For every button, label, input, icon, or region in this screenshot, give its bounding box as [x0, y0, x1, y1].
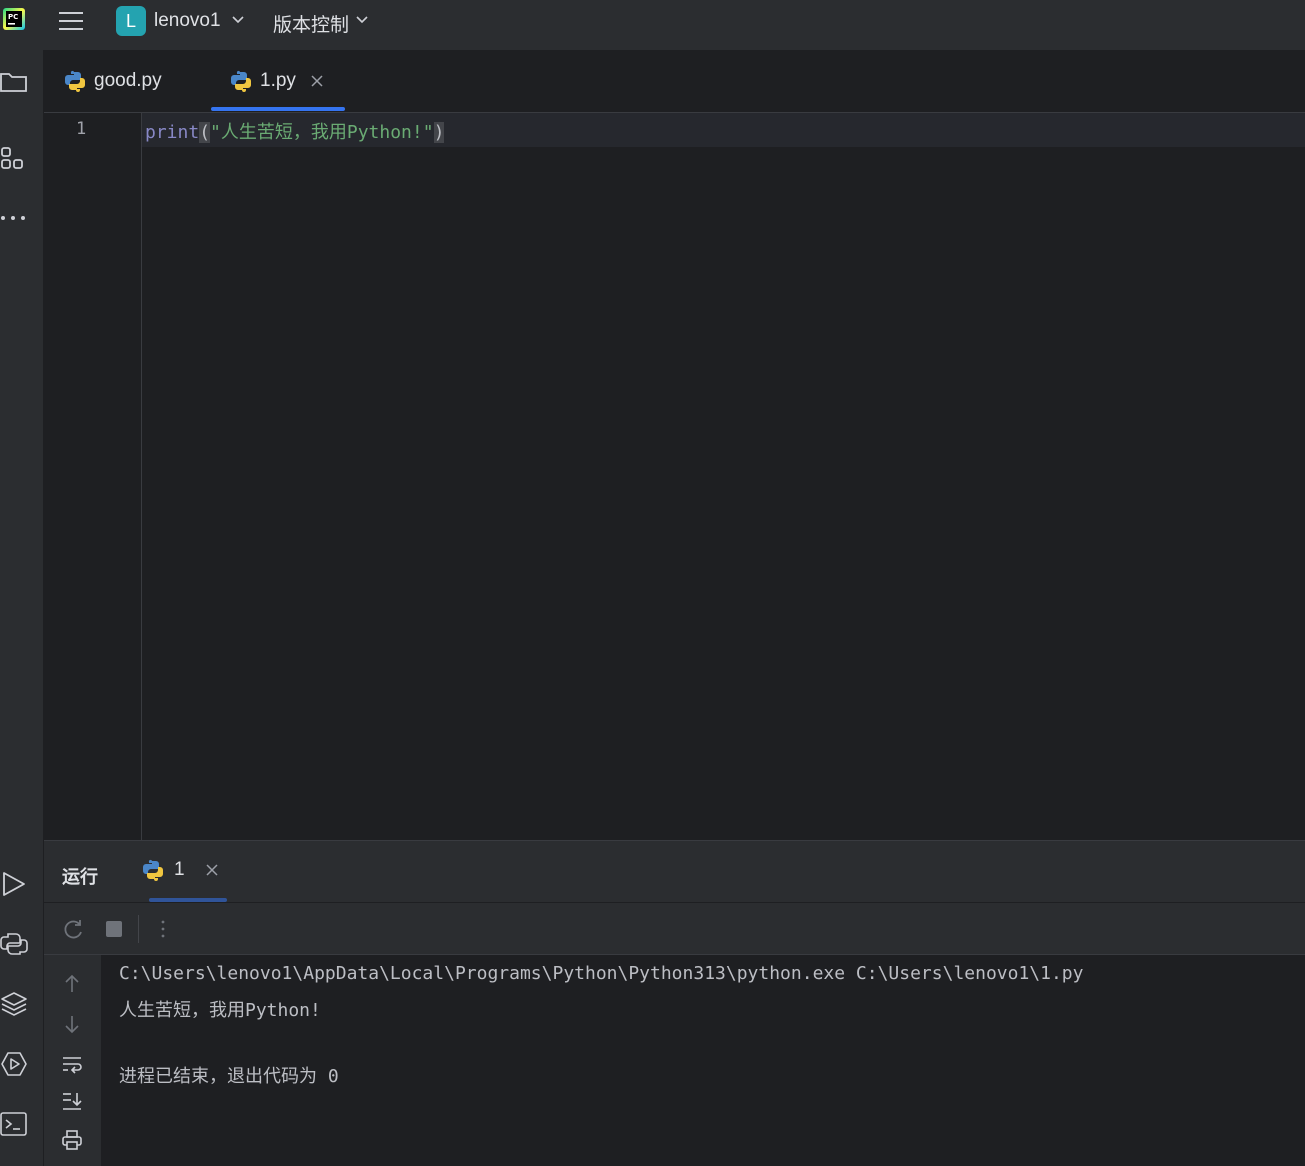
console-line: C:\Users\lenovo1\AppData\Local\Programs\…	[119, 963, 1084, 984]
svg-text:PC: PC	[8, 13, 18, 21]
line-gutter: 1	[44, 113, 141, 840]
structure-icon[interactable]	[0, 145, 28, 173]
arrow-down-icon[interactable]	[61, 1013, 83, 1035]
run-panel-header: 运行 1	[44, 841, 1305, 903]
python-file-icon	[65, 70, 85, 92]
more-icon[interactable]	[0, 204, 28, 232]
soft-wrap-icon[interactable]	[61, 1053, 83, 1075]
code-editor[interactable]: 1 print("人生苦短，我用Python!")	[44, 113, 1305, 840]
pycharm-logo-icon[interactable]: PC	[3, 8, 25, 30]
code-string: "人生苦短，我用Python!"	[210, 122, 434, 143]
toolbar-separator	[138, 915, 139, 943]
chevron-down-icon[interactable]	[232, 16, 244, 24]
tab-label: good.py	[94, 70, 162, 91]
folder-icon[interactable]	[0, 68, 28, 96]
run-icon[interactable]	[0, 870, 28, 898]
left-tool-strip	[0, 50, 44, 1166]
gutter-divider	[141, 113, 142, 840]
tab-1-py[interactable]: 1.py	[230, 50, 324, 112]
run-tab-1[interactable]: 1	[142, 859, 219, 881]
arrow-up-icon[interactable]	[61, 973, 83, 995]
rerun-icon[interactable]	[63, 918, 85, 940]
project-name[interactable]: lenovo1	[154, 10, 221, 32]
vcs-menu[interactable]: 版本控制	[273, 10, 349, 37]
console-side-toolbar	[44, 955, 101, 1166]
print-icon[interactable]	[61, 1129, 83, 1151]
run-tab-label: 1	[174, 859, 185, 880]
console-line: 人生苦短，我用Python!	[119, 1000, 321, 1021]
code-line[interactable]: print("人生苦短，我用Python!")	[145, 118, 445, 144]
active-tab-indicator	[211, 107, 345, 111]
more-vertical-icon[interactable]	[152, 918, 174, 940]
layers-icon[interactable]	[0, 990, 28, 1018]
tab-label: 1.py	[260, 70, 296, 91]
active-run-tab-indicator	[149, 898, 227, 902]
services-icon[interactable]	[0, 1050, 28, 1078]
stop-icon[interactable]	[103, 918, 125, 940]
run-toolbar	[44, 903, 1305, 955]
run-panel: 运行 1 C:\Users\lenovo1\AppData\Local\Prog…	[44, 840, 1305, 1166]
python-file-icon	[231, 70, 251, 92]
editor-tab-strip: good.py 1.py	[44, 50, 1305, 113]
scroll-to-end-icon[interactable]	[61, 1090, 83, 1112]
python-console-icon[interactable]	[0, 930, 28, 958]
close-icon[interactable]	[205, 863, 219, 877]
console-line: 进程已结束，退出代码为 0	[119, 1066, 339, 1087]
title-bar: PC L lenovo1 版本控制	[0, 0, 1305, 50]
chevron-down-icon[interactable]	[356, 16, 368, 24]
main-menu-icon[interactable]	[58, 9, 84, 33]
python-file-icon	[143, 859, 163, 881]
close-icon[interactable]	[310, 74, 324, 88]
project-badge[interactable]: L	[116, 6, 146, 36]
console-output[interactable]: C:\Users\lenovo1\AppData\Local\Programs\…	[101, 955, 1305, 1166]
run-panel-title: 运行	[62, 867, 98, 888]
code-close-paren: )	[433, 122, 445, 143]
code-function: print	[145, 122, 200, 143]
terminal-icon[interactable]	[0, 1110, 28, 1138]
tab-good-py[interactable]: good.py	[64, 50, 162, 112]
code-open-paren: (	[199, 122, 211, 143]
line-number: 1	[76, 119, 87, 139]
